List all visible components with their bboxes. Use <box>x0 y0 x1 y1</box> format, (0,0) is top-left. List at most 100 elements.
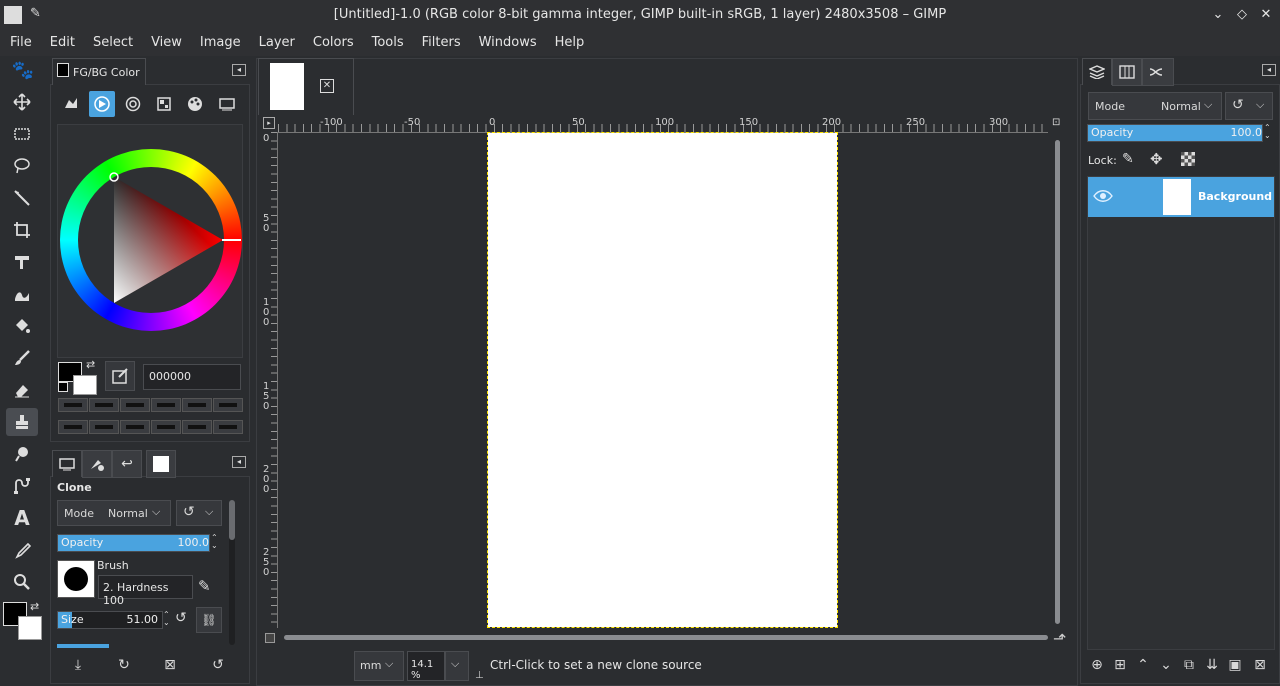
move-tool-icon[interactable] <box>6 88 38 116</box>
eraser-tool-icon[interactable] <box>6 376 38 404</box>
eye-icon[interactable] <box>1092 187 1114 205</box>
tool-options-scrollbar[interactable] <box>229 500 235 645</box>
history-swatch[interactable] <box>89 398 119 412</box>
vertical-ruler[interactable]: 0 50 100 150 200 250 <box>261 132 278 628</box>
history-swatch[interactable] <box>120 398 150 412</box>
history-swatch[interactable] <box>120 420 150 434</box>
fuzzy-select-tool-icon[interactable] <box>6 184 38 212</box>
lasso-tool-icon[interactable] <box>6 152 38 180</box>
lock-position-icon[interactable]: ✥ <box>1150 150 1163 168</box>
duplicate-layer-icon[interactable]: ⧉ <box>1179 655 1199 675</box>
close-button[interactable]: ✕ <box>1257 6 1275 24</box>
brush-preview[interactable] <box>57 560 95 598</box>
zoom-field[interactable]: 14.1 % <box>407 651 445 681</box>
history-swatch[interactable] <box>89 420 119 434</box>
text-tool-icon[interactable]: A <box>6 504 38 532</box>
menu-view[interactable]: View <box>141 30 190 56</box>
save-tool-preset-icon[interactable]: ⤓ <box>68 655 88 675</box>
tab-channels[interactable] <box>1112 58 1142 86</box>
link-size-button[interactable]: ⛓ <box>196 607 222 633</box>
menu-windows[interactable]: Windows <box>469 30 545 56</box>
reset-tool-options-icon[interactable]: ↺ <box>208 655 228 675</box>
menu-tools[interactable]: Tools <box>362 30 412 56</box>
cmyk-selector-icon[interactable] <box>153 92 175 116</box>
merge-layer-icon[interactable]: ⇊ <box>1202 655 1222 675</box>
size-spin-icon[interactable]: ⌃ ⌄ <box>163 611 170 627</box>
layer-row-background[interactable]: Background <box>1088 177 1274 217</box>
history-swatch[interactable] <box>151 398 181 412</box>
layer-opacity-spin-icon[interactable]: ⌃ ⌄ <box>1264 124 1271 140</box>
zoom-to-window-icon[interactable]: ⊡ <box>1052 117 1060 128</box>
menu-file[interactable]: File <box>0 30 40 56</box>
paths-tool-icon[interactable] <box>6 472 38 500</box>
size-slider[interactable]: Size 51.00 <box>57 611 163 629</box>
toolbox-bg-color[interactable] <box>18 616 42 640</box>
layer-composite-dropdown[interactable]: ↺ ⌵ <box>1225 92 1273 120</box>
tab-images[interactable] <box>146 450 176 478</box>
menu-layer[interactable]: Layer <box>249 30 303 56</box>
menu-help[interactable]: Help <box>545 30 593 56</box>
smudge-tool-icon[interactable] <box>6 440 38 468</box>
panel-menu-icon[interactable]: ◂ <box>232 456 246 468</box>
new-layer-icon[interactable]: ⊕ <box>1087 655 1107 675</box>
menu-edit[interactable]: Edit <box>40 30 83 56</box>
delete-layer-icon[interactable]: ⊠ <box>1250 655 1270 675</box>
swap-fg-bg-icon[interactable]: ⇄ <box>86 358 95 371</box>
canvas-viewport[interactable] <box>278 132 1048 629</box>
lock-alpha-icon[interactable] <box>1181 152 1195 166</box>
swap-colors-icon[interactable]: ⇄ <box>30 600 39 613</box>
hex-color-field[interactable]: 000000 <box>143 364 241 390</box>
color-wheel-area[interactable] <box>57 124 243 358</box>
menu-filters[interactable]: Filters <box>412 30 469 56</box>
tab-device-status[interactable] <box>82 450 112 478</box>
menu-select[interactable]: Select <box>83 30 141 56</box>
warp-tool-icon[interactable] <box>6 280 38 308</box>
history-swatch[interactable] <box>58 420 88 434</box>
crop-tool-icon[interactable] <box>6 216 38 244</box>
mode-dropdown[interactable]: Mode Normal ⌵ <box>57 500 171 526</box>
raise-layer-icon[interactable]: ⌃ <box>1133 655 1153 675</box>
maximize-button[interactable]: ◇ <box>1233 6 1251 24</box>
scales-selector-icon[interactable] <box>216 92 238 116</box>
zoom-tool-icon[interactable] <box>6 568 38 596</box>
history-swatch[interactable] <box>182 398 212 412</box>
panel-menu-icon[interactable]: ◂ <box>1262 64 1276 76</box>
unit-dropdown[interactable]: mm ⌵ <box>354 651 404 681</box>
history-swatch[interactable] <box>182 420 212 434</box>
lock-pixels-icon[interactable]: ✎ <box>1122 151 1134 167</box>
history-swatch[interactable] <box>213 420 243 434</box>
vertical-scrollbar[interactable] <box>1055 140 1060 624</box>
palette-selector-icon[interactable] <box>184 92 206 116</box>
navigate-icon[interactable]: ⬏ <box>1053 629 1066 648</box>
delete-tool-preset-icon[interactable]: ⊠ <box>160 655 180 675</box>
brush-name-field[interactable]: 2. Hardness 100 <box>98 575 193 607</box>
layer-mode-dropdown[interactable]: Mode Normal ⌵ <box>1088 92 1222 120</box>
reset-size-icon[interactable]: ↺ <box>175 610 187 626</box>
bg-color-swatch[interactable] <box>73 375 97 395</box>
menu-image[interactable]: Image <box>190 30 249 56</box>
rect-select-tool-icon[interactable] <box>6 120 38 148</box>
transform-tool-icon[interactable] <box>6 248 38 276</box>
color-picker-button[interactable] <box>105 361 135 391</box>
image-canvas[interactable] <box>487 132 838 628</box>
tab-fg-bg-color[interactable]: FG/BG Color <box>52 58 146 85</box>
paintbrush-tool-icon[interactable] <box>6 344 38 372</box>
clone-tool-icon[interactable] <box>6 408 38 436</box>
bucket-fill-tool-icon[interactable] <box>6 312 38 340</box>
quick-mask-toggle[interactable] <box>265 633 275 643</box>
tab-layers[interactable] <box>1082 58 1112 85</box>
tab-tool-options[interactable] <box>52 450 82 477</box>
image-tab[interactable]: ✕ <box>258 58 354 115</box>
panel-menu-icon[interactable]: ◂ <box>232 64 246 76</box>
horizontal-ruler[interactable]: -100 -50 0 50 100 150 200 250 300 <box>278 116 1048 133</box>
watercolor-selector-icon[interactable] <box>122 92 144 116</box>
history-swatch[interactable] <box>151 420 181 434</box>
zoom-dropdown[interactable]: ⌵ <box>445 651 469 681</box>
opacity-slider[interactable]: Opacity 100.0 <box>57 534 210 552</box>
edit-brush-icon[interactable]: ✎ <box>198 577 211 595</box>
opacity-spin-icon[interactable]: ⌃ ⌄ <box>211 534 218 550</box>
layer-opacity-slider[interactable]: Opacity 100.0 <box>1087 124 1263 142</box>
layer-mask-icon[interactable]: ▣ <box>1225 655 1245 675</box>
wheel-selector-icon[interactable] <box>89 91 115 117</box>
restore-tool-preset-icon[interactable]: ↻ <box>114 655 134 675</box>
